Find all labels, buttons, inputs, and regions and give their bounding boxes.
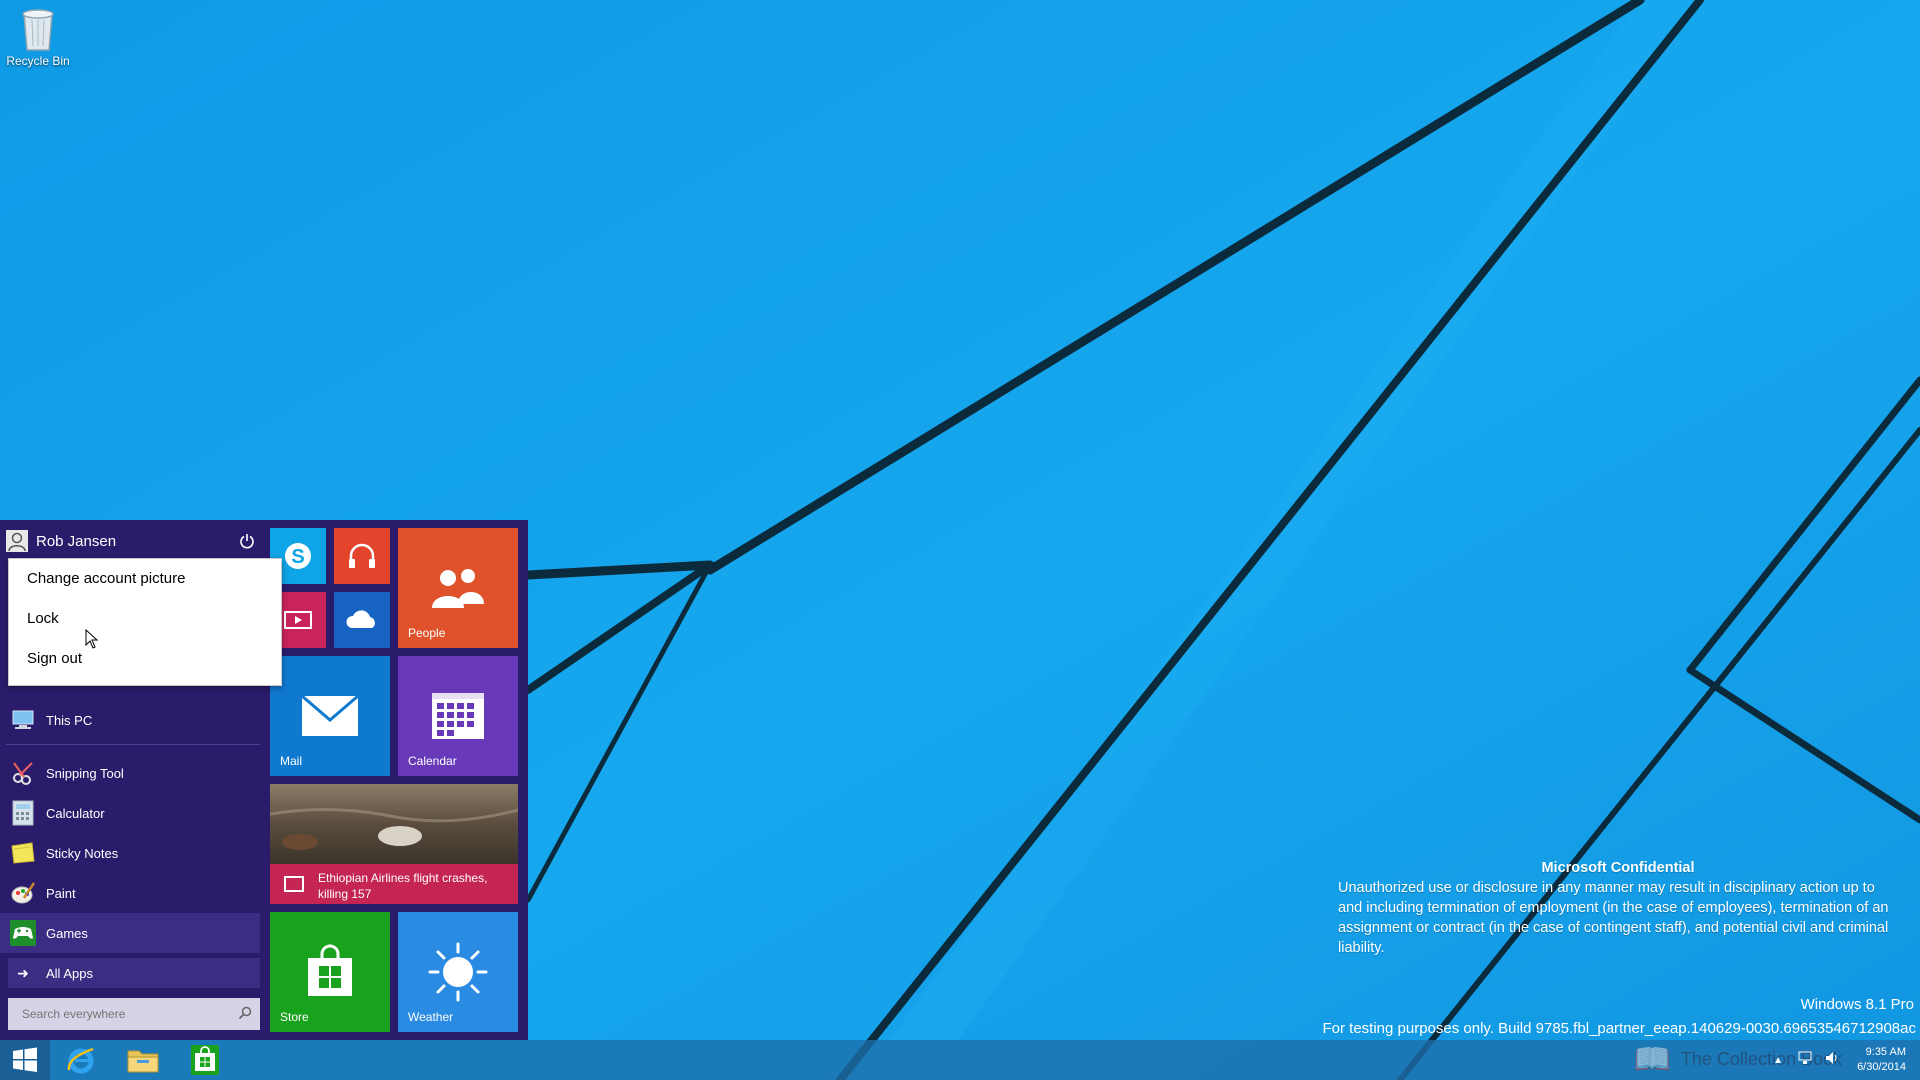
menu-item-sign-out[interactable]: Sign out — [9, 639, 281, 679]
tile-label: Calendar — [408, 754, 457, 768]
news-headline: Ethiopian Airlines flight crashes, killi… — [318, 871, 488, 901]
book-icon: 📖 — [1633, 1043, 1671, 1076]
headphones-icon — [334, 528, 390, 584]
power-icon — [240, 534, 254, 549]
app-this-pc[interactable]: This PC — [0, 700, 266, 740]
tile-label: Weather — [408, 1010, 454, 1024]
app-snipping-tool[interactable]: Snipping Tool — [0, 753, 266, 793]
sticky-note-icon — [10, 840, 36, 866]
news-icon — [284, 876, 304, 892]
confidential-notice: Microsoft Confidential Unauthorized use … — [1338, 858, 1898, 958]
tile-weather[interactable]: Weather — [398, 912, 518, 1032]
clock-date: 6/30/2014 — [1857, 1061, 1906, 1073]
user-avatar-icon — [6, 530, 28, 552]
app-list-divider — [6, 744, 260, 745]
user-name: Rob Jansen — [36, 532, 117, 550]
taskbar-store[interactable] — [180, 1040, 230, 1080]
all-apps-button[interactable]: ➜ All Apps — [8, 958, 260, 988]
app-label: Calculator — [46, 805, 105, 821]
user-account-button[interactable]: Rob Jansen — [6, 528, 260, 554]
tile-music[interactable] — [334, 528, 390, 584]
recycle-bin-shortcut[interactable]: Recycle Bin — [6, 6, 70, 68]
app-games[interactable]: Games — [0, 913, 260, 953]
show-hidden-icons-icon[interactable]: ▲ — [1773, 1055, 1783, 1066]
taskbar-clock[interactable]: 9:35 AM 6/30/2014 — [1857, 1045, 1920, 1075]
search-icon[interactable] — [238, 1006, 252, 1020]
scissors-icon — [10, 760, 36, 786]
app-paint[interactable]: Paint — [0, 873, 266, 913]
app-label: Sticky Notes — [46, 845, 119, 861]
account-context-menu: Change account picture Lock Sign out — [8, 558, 282, 686]
windows-edition: Windows 8.1 Pro — [1800, 996, 1914, 1013]
mouse-cursor-icon — [85, 629, 99, 649]
svg-text:S: S — [291, 546, 304, 568]
recycle-bin-icon — [22, 9, 54, 51]
network-icon[interactable] — [1797, 1051, 1813, 1070]
computer-icon — [10, 707, 36, 733]
menu-item-change-account-picture[interactable]: Change account picture — [9, 559, 281, 599]
news-photo — [270, 784, 518, 864]
tile-news[interactable]: Ethiopian Airlines flight crashes, killi… — [270, 784, 518, 904]
search-box[interactable] — [8, 998, 260, 1030]
app-label: Games — [46, 925, 88, 941]
tile-mail[interactable]: Mail — [270, 656, 390, 776]
app-sticky-notes[interactable]: Sticky Notes — [0, 833, 266, 873]
power-button[interactable] — [234, 528, 260, 554]
tile-calendar[interactable]: Calendar — [398, 656, 518, 776]
volume-icon[interactable] — [1825, 1051, 1841, 1070]
confidential-body: Unauthorized use or disclosure in any ma… — [1338, 880, 1889, 956]
start-menu-left-pane: Rob Jansen Change account picture Lock S… — [0, 520, 282, 1040]
taskbar-internet-explorer[interactable] — [56, 1040, 106, 1080]
taskbar: 📖 The Collection Book ▲ 9:35 AM 6/30/201… — [0, 1040, 1920, 1080]
tile-onedrive[interactable] — [334, 592, 390, 648]
calculator-icon — [10, 800, 36, 826]
tile-store[interactable]: Store — [270, 912, 390, 1032]
build-string: For testing purposes only. Build 9785.fb… — [1322, 1020, 1916, 1037]
file-explorer-icon — [127, 1050, 159, 1073]
menu-item-lock[interactable]: Lock — [9, 599, 281, 639]
all-apps-label: All Apps — [46, 965, 93, 981]
app-label: Snipping Tool — [46, 765, 124, 781]
internet-explorer-icon — [67, 1047, 94, 1074]
recycle-bin-label: Recycle Bin — [6, 54, 70, 68]
start-menu: Rob Jansen Change account picture Lock S… — [0, 520, 528, 1040]
search-input[interactable] — [8, 1006, 234, 1022]
system-tray: ▲ 9:35 AM 6/30/2014 — [1773, 1040, 1920, 1080]
gamepad-icon — [10, 920, 36, 946]
tile-label: People — [408, 626, 446, 640]
start-button[interactable] — [0, 1040, 50, 1080]
app-label: Paint — [46, 885, 76, 901]
store-icon — [191, 1045, 219, 1075]
tile-label: Store — [280, 1010, 309, 1024]
windows-logo-icon — [13, 1047, 37, 1072]
cloud-icon — [334, 592, 390, 648]
start-app-list: This PC Snipping Tool Calculator Sticky — [0, 700, 266, 953]
palette-icon — [10, 880, 36, 906]
tile-label: Mail — [280, 754, 303, 768]
tile-people[interactable]: People — [398, 528, 518, 648]
confidential-title: Microsoft Confidential — [1541, 860, 1695, 876]
arrow-right-icon: ➜ — [17, 964, 29, 981]
app-label: This PC — [46, 712, 93, 728]
clock-time: 9:35 AM — [1865, 1046, 1906, 1058]
taskbar-file-explorer[interactable] — [118, 1040, 168, 1080]
app-calculator[interactable]: Calculator — [0, 793, 266, 833]
